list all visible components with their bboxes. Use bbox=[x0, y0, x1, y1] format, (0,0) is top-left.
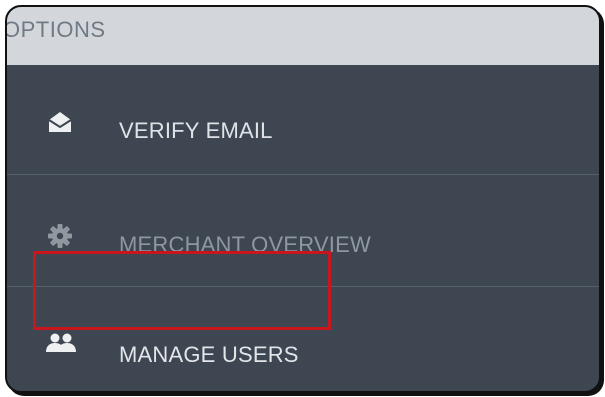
gear-icon bbox=[47, 223, 73, 249]
options-panel: OPTIONS VERIFY EMAIL MERCHANT OVERVIEW M… bbox=[5, 5, 601, 393]
envelope-open-icon bbox=[47, 109, 73, 135]
users-icon bbox=[45, 330, 77, 356]
section-header: OPTIONS bbox=[7, 7, 599, 65]
menu-item-label: VERIFY EMAIL bbox=[119, 118, 273, 143]
menu-item-label: MANAGE USERS bbox=[119, 342, 299, 367]
highlight-box bbox=[33, 251, 331, 330]
menu-item-verify-email[interactable]: VERIFY EMAIL bbox=[7, 65, 599, 175]
section-title: OPTIONS bbox=[5, 17, 106, 42]
